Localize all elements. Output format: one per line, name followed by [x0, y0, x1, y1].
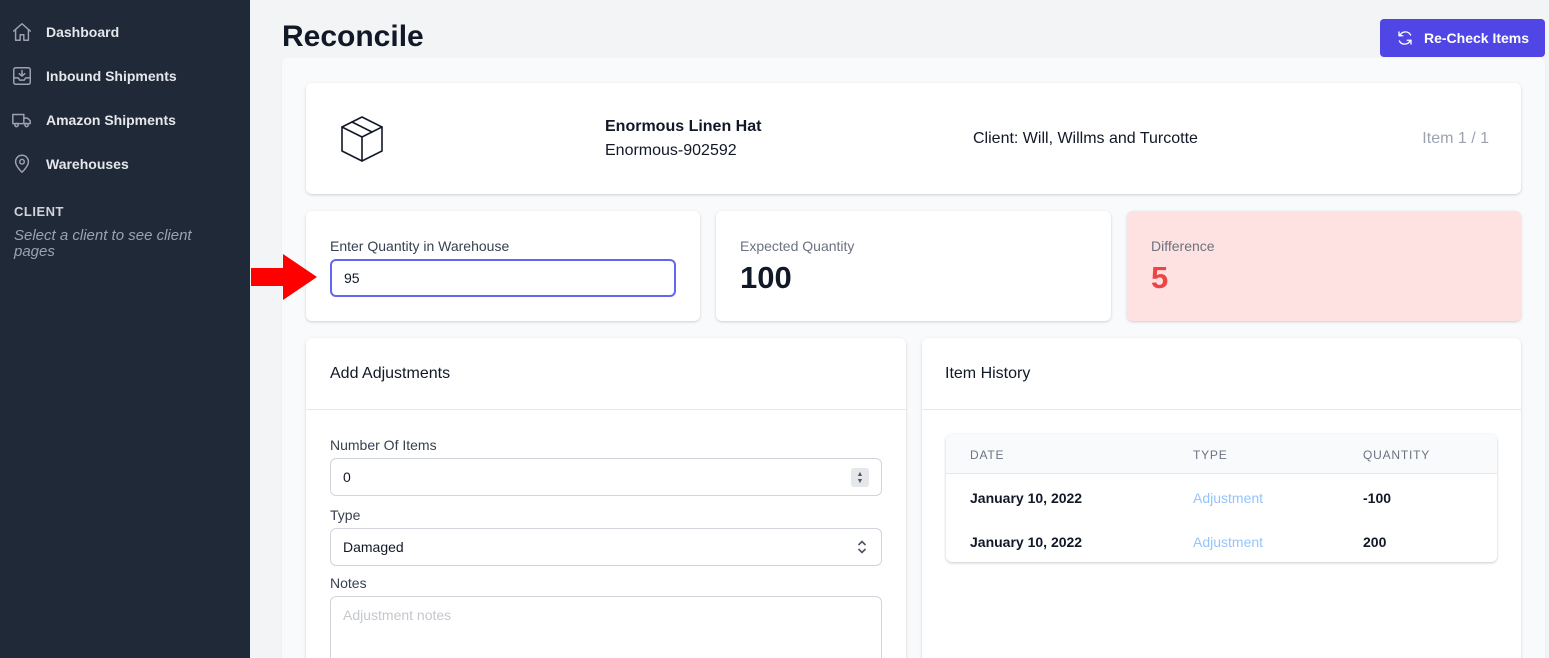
- expected-quantity-value: 100: [740, 260, 792, 295]
- sidebar-item-label: Inbound Shipments: [46, 68, 177, 84]
- difference-label: Difference: [1151, 238, 1215, 254]
- expected-quantity-label: Expected Quantity: [740, 238, 855, 254]
- difference-value: 5: [1151, 260, 1169, 295]
- card-divider: [922, 409, 1521, 410]
- package-icon: [336, 113, 388, 165]
- sidebar: Dashboard Inbound Shipments Amazon Shipm…: [0, 0, 250, 658]
- card-divider: [306, 409, 906, 410]
- table-header: DATE TYPE QUANTITY: [946, 434, 1497, 474]
- home-icon: [10, 20, 34, 44]
- number-of-items-label: Number Of Items: [330, 437, 437, 453]
- annotation-arrow-icon: [251, 254, 317, 300]
- sidebar-item-label: Amazon Shipments: [46, 112, 176, 128]
- type-select-value: Damaged: [343, 539, 404, 555]
- sidebar-item-dashboard[interactable]: Dashboard: [10, 20, 119, 44]
- column-header-type[interactable]: TYPE: [1193, 448, 1228, 462]
- item-client: Client: Will, Willms and Turcotte: [973, 130, 1198, 147]
- stepper-down-icon: ▼: [856, 477, 864, 485]
- history-type-link[interactable]: Adjustment: [1193, 534, 1263, 550]
- select-caret-icon: [857, 539, 867, 555]
- notes-label: Notes: [330, 575, 367, 591]
- recheck-items-button[interactable]: Re-Check Items: [1380, 19, 1545, 57]
- item-name: Enormous Linen Hat: [605, 118, 762, 135]
- recheck-items-label: Re-Check Items: [1423, 30, 1530, 46]
- number-stepper[interactable]: ▲ ▼: [851, 468, 869, 487]
- history-date: January 10, 2022: [970, 534, 1083, 550]
- item-sku: Enormous-902592: [605, 142, 737, 159]
- client-section-note: Select a client to see client pages: [14, 227, 192, 260]
- history-date: January 10, 2022: [970, 490, 1083, 506]
- item-history-title: Item History: [945, 365, 1031, 382]
- refresh-icon: [1398, 31, 1412, 45]
- item-counter: Item 1 / 1: [1422, 130, 1489, 147]
- item-history-table: DATE TYPE QUANTITY January 10, 2022 Adju…: [946, 434, 1497, 562]
- number-of-items-input[interactable]: 0 ▲ ▼: [330, 458, 882, 496]
- sidebar-item-amazon-shipments[interactable]: Amazon Shipments: [10, 108, 176, 132]
- page-title: Reconcile: [282, 20, 424, 53]
- difference-card: [1127, 211, 1521, 321]
- column-header-date[interactable]: DATE: [970, 448, 1004, 462]
- client-section-heading: CLIENT: [14, 204, 64, 219]
- type-label: Type: [330, 507, 361, 523]
- sidebar-item-label: Warehouses: [46, 156, 129, 172]
- enter-quantity-label: Enter Quantity in Warehouse: [330, 238, 510, 254]
- inbox-download-icon: [10, 64, 34, 88]
- warehouse-quantity-input[interactable]: [330, 259, 676, 297]
- sidebar-item-label: Dashboard: [46, 24, 120, 40]
- history-quantity: 200: [1363, 534, 1387, 550]
- history-type-link[interactable]: Adjustment: [1193, 490, 1263, 506]
- notes-textarea[interactable]: Adjustment notes: [330, 596, 882, 658]
- item-summary-card: [306, 83, 1521, 194]
- sidebar-item-warehouses[interactable]: Warehouses: [10, 152, 129, 176]
- type-select[interactable]: Damaged: [330, 528, 882, 566]
- history-quantity: -100: [1363, 490, 1392, 506]
- map-pin-icon: [10, 152, 34, 176]
- stepper-up-icon: ▲: [856, 470, 864, 478]
- number-of-items-value: 0: [343, 469, 351, 485]
- add-adjustments-title: Add Adjustments: [330, 365, 451, 382]
- column-header-quantity[interactable]: QUANTITY: [1363, 448, 1430, 462]
- sidebar-item-inbound-shipments[interactable]: Inbound Shipments: [10, 64, 177, 88]
- truck-icon: [10, 108, 34, 132]
